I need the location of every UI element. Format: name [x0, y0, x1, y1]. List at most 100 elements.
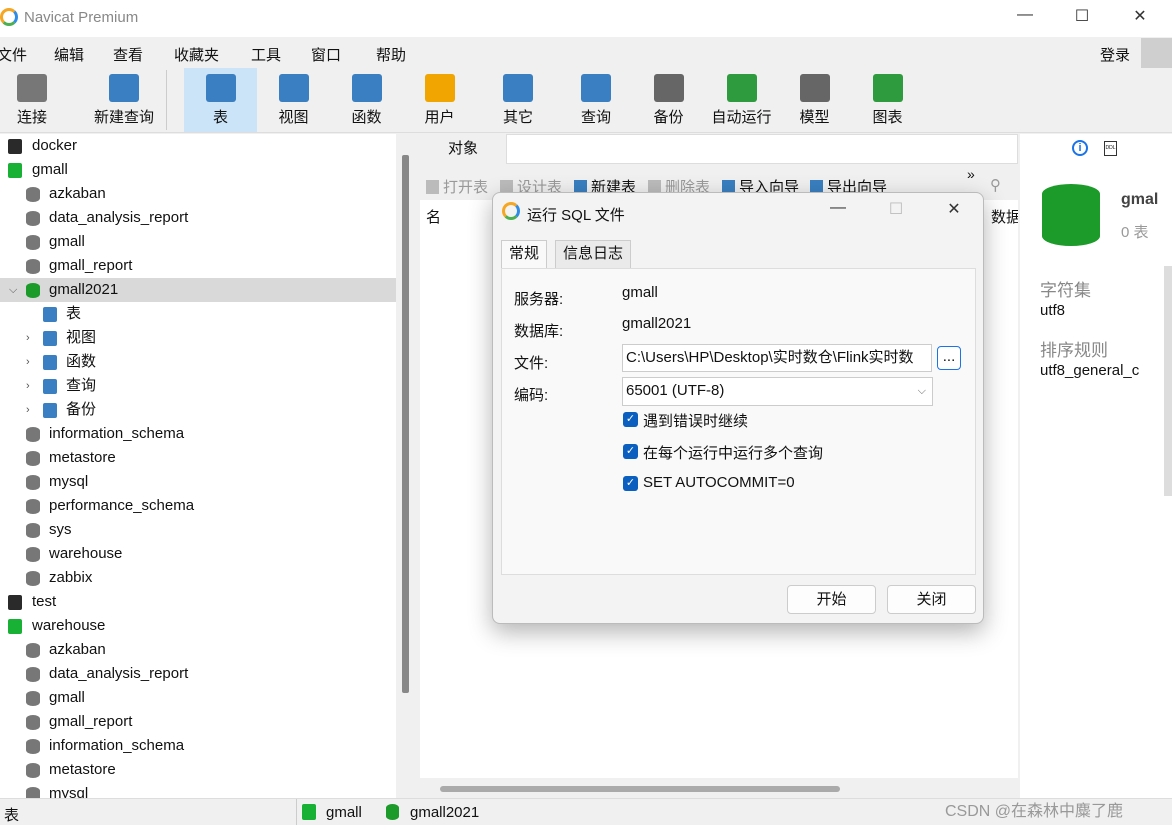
- close-dialog-button[interactable]: 关闭: [887, 585, 976, 614]
- tree-item[interactable]: gmall: [0, 158, 396, 182]
- db-icon: [26, 787, 40, 798]
- db-icon: [26, 451, 40, 466]
- tree-item[interactable]: › 备份: [0, 398, 396, 422]
- info-scrollbar[interactable]: [1164, 266, 1172, 496]
- tree-item[interactable]: zabbix: [0, 566, 396, 590]
- minimize-button[interactable]: —: [1010, 6, 1040, 30]
- info-icon[interactable]: i: [1072, 140, 1088, 156]
- menu-window[interactable]: 窗口: [311, 44, 341, 65]
- server-icon: [8, 163, 22, 178]
- dialog-minimize-button[interactable]: —: [823, 199, 853, 223]
- info-pane: i DDL gmal 0 表 字符集 utf8 排序规则 utf8_genera…: [1020, 134, 1172, 798]
- multiple-queries-checkbox[interactable]: ✓: [623, 444, 638, 459]
- tree-item[interactable]: › 查询: [0, 374, 396, 398]
- toolbar-button-query[interactable]: 查询: [560, 68, 632, 132]
- toolbar-button-plug[interactable]: 连接: [0, 68, 64, 132]
- tree-item[interactable]: azkaban: [0, 182, 396, 206]
- database-icon: [386, 804, 399, 820]
- autocommit-checkbox[interactable]: ✓: [623, 476, 638, 491]
- tree-item[interactable]: mysql: [0, 470, 396, 494]
- toolbar-button-backup[interactable]: 备份: [632, 68, 705, 132]
- status-divider: [296, 799, 297, 825]
- schedule-icon: [726, 74, 757, 102]
- more-chevron-icon[interactable]: »: [967, 166, 975, 182]
- tree-item[interactable]: azkaban: [0, 638, 396, 662]
- tree-item-label: 表: [66, 305, 82, 322]
- maximize-button[interactable]: ☐: [1067, 6, 1097, 30]
- start-button[interactable]: 开始: [787, 585, 876, 614]
- tree-item[interactable]: test: [0, 590, 396, 614]
- chevron-right-icon[interactable]: ›: [26, 398, 30, 422]
- ddl-icon[interactable]: DDL: [1104, 141, 1117, 156]
- menu-help[interactable]: 帮助: [376, 44, 406, 65]
- toolbar-label: 连接: [16, 109, 47, 126]
- tab-general[interactable]: 常规: [501, 240, 548, 268]
- tree-item[interactable]: sys: [0, 518, 396, 542]
- tree-item-label: warehouse: [49, 545, 123, 562]
- tree-item[interactable]: ⌵ gmall2021: [0, 278, 396, 302]
- tree-item[interactable]: warehouse: [0, 542, 396, 566]
- tree-item[interactable]: gmall_report: [0, 710, 396, 734]
- chevron-right-icon[interactable]: ›: [26, 326, 30, 350]
- horizontal-scrollbar[interactable]: [440, 786, 840, 792]
- close-button[interactable]: ✕: [1125, 6, 1155, 30]
- object-action-button[interactable]: 打开表: [426, 176, 488, 197]
- tree-item[interactable]: information_schema: [0, 422, 396, 446]
- chevron-right-icon[interactable]: ›: [26, 350, 30, 374]
- search-icon[interactable]: ⚲: [990, 176, 1001, 194]
- toolbar-button-tools[interactable]: 其它: [476, 68, 560, 132]
- tree-item[interactable]: warehouse: [0, 614, 396, 638]
- encoding-select[interactable]: 65001 (UTF-8) ⌵: [622, 377, 933, 406]
- menu-favorites[interactable]: 收藏夹: [174, 44, 219, 65]
- menu-file[interactable]: 文件: [0, 44, 27, 65]
- toolbar-button-chart[interactable]: 图表: [851, 68, 924, 132]
- tree-item[interactable]: gmall: [0, 686, 396, 710]
- tree-item[interactable]: performance_schema: [0, 494, 396, 518]
- tab-objects[interactable]: 对象: [420, 134, 506, 164]
- continue-on-error-checkbox[interactable]: ✓: [623, 412, 638, 427]
- toolbar-button-user[interactable]: 用户: [403, 68, 476, 132]
- chevron-right-icon[interactable]: ›: [26, 374, 30, 398]
- toolbar-button-model[interactable]: 模型: [778, 68, 851, 132]
- toolbar-label: 备份: [653, 109, 684, 126]
- toolbar-button-schedule[interactable]: 自动运行: [705, 68, 778, 132]
- tree-item[interactable]: information_schema: [0, 734, 396, 758]
- column-name[interactable]: 名: [426, 206, 441, 227]
- toolbar-button-table[interactable]: 表: [184, 68, 257, 132]
- tree-item[interactable]: docker: [0, 134, 396, 158]
- tree-item[interactable]: mysql: [0, 782, 396, 798]
- tree-item[interactable]: metastore: [0, 758, 396, 782]
- menu-edit[interactable]: 编辑: [54, 44, 84, 65]
- column-data[interactable]: 数据: [991, 206, 1018, 227]
- tree-item[interactable]: 表: [0, 302, 396, 326]
- browse-button[interactable]: ...: [937, 346, 961, 370]
- tree-item[interactable]: gmall: [0, 230, 396, 254]
- file-input[interactable]: C:\Users\HP\Desktop\实时数仓\Flink实时数: [622, 344, 932, 372]
- login-link[interactable]: 登录: [1100, 44, 1130, 65]
- toolbar-label: 模型: [799, 109, 830, 126]
- menu-view[interactable]: 查看: [113, 44, 143, 65]
- toolbar-button-new-query[interactable]: 新建查询: [74, 68, 174, 132]
- tree-item[interactable]: › 函数: [0, 350, 396, 374]
- toolbar-button-view[interactable]: 视图: [257, 68, 330, 132]
- db-icon: [26, 283, 40, 298]
- dialog-close-button[interactable]: ✕: [939, 199, 969, 223]
- tree-item[interactable]: gmall_report: [0, 254, 396, 278]
- tree-item[interactable]: data_analysis_report: [0, 662, 396, 686]
- tools-icon: [503, 74, 533, 102]
- tree-item-label: information_schema: [49, 737, 185, 754]
- menu-tools[interactable]: 工具: [251, 44, 281, 65]
- toolbar-label: 其它: [502, 109, 533, 126]
- dialog-maximize-button: ☐: [888, 201, 904, 218]
- tree-item[interactable]: data_analysis_report: [0, 206, 396, 230]
- tab-message-log[interactable]: 信息日志: [555, 240, 632, 268]
- toolbar-button-function[interactable]: 函数: [330, 68, 403, 132]
- object-tab-strip: [506, 134, 1018, 164]
- model-icon: [799, 74, 830, 102]
- tree-scrollbar[interactable]: [402, 155, 409, 693]
- file-label: 文件:: [514, 355, 549, 372]
- tree-item[interactable]: › 视图: [0, 326, 396, 350]
- tree-item[interactable]: metastore: [0, 446, 396, 470]
- chevron-down-icon[interactable]: ⌵: [9, 278, 17, 302]
- avatar[interactable]: [1141, 38, 1172, 69]
